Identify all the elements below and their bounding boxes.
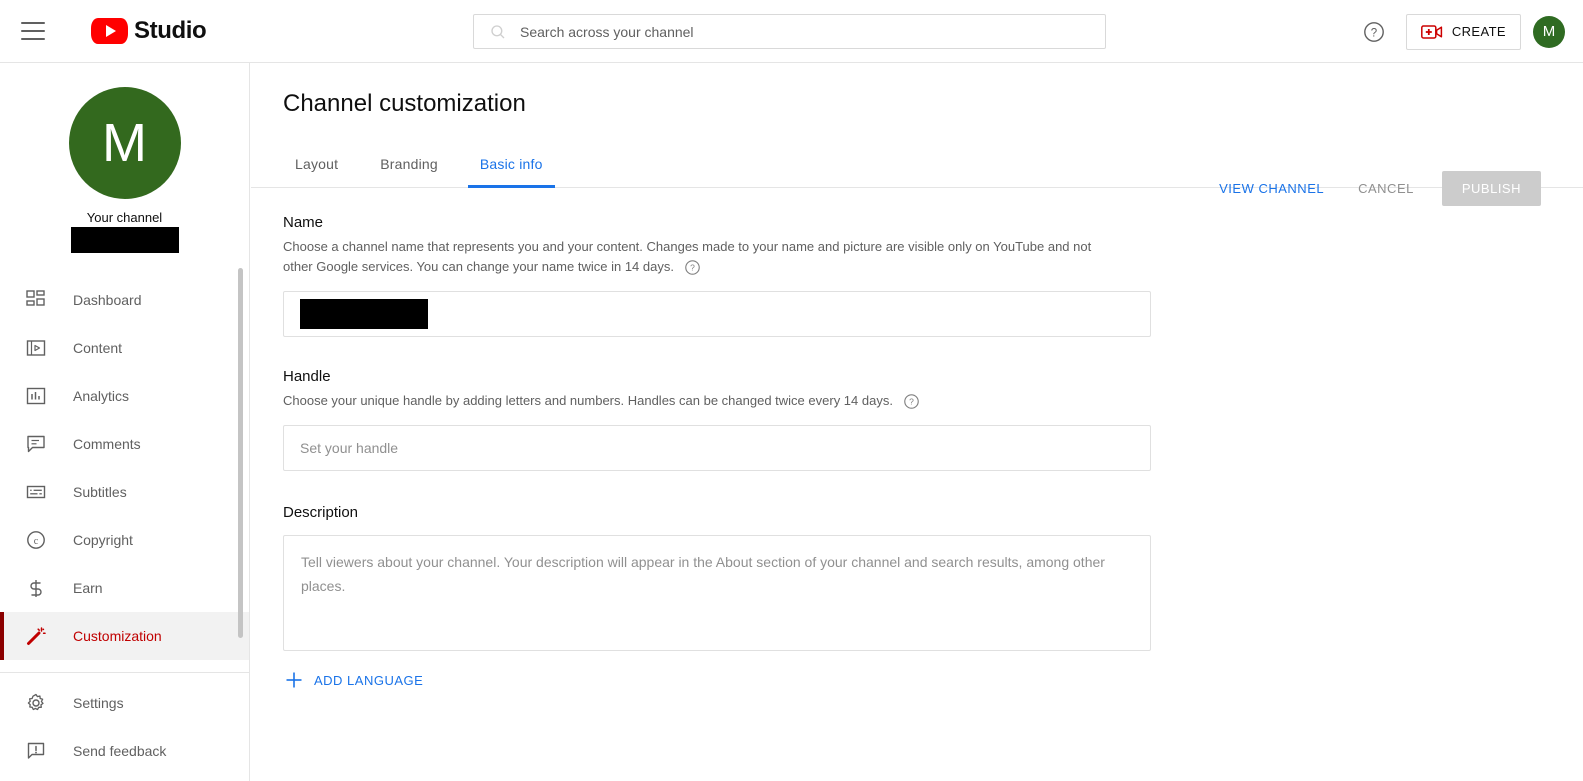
main-content: Channel customization Layout Branding Ba… <box>251 63 1583 781</box>
create-button[interactable]: CREATE <box>1405 13 1521 50</box>
comment-bubble-icon <box>24 432 48 456</box>
tab-layout[interactable]: Layout <box>283 140 350 187</box>
tab-basic-info[interactable]: Basic info <box>467 140 555 188</box>
sidebar-item-earn[interactable]: Earn <box>0 564 249 612</box>
sidebar-item-label: Dashboard <box>73 292 142 308</box>
channel-avatar[interactable]: M <box>68 87 181 199</box>
handle-input-wrapper[interactable] <box>283 425 1151 471</box>
handle-input[interactable] <box>300 440 1134 456</box>
account-avatar[interactable]: M <box>1533 15 1565 48</box>
magic-wand-icon <box>24 624 48 648</box>
create-button-label: CREATE <box>1451 24 1506 39</box>
sidebar-item-dashboard[interactable]: Dashboard <box>0 276 249 324</box>
sidebar-item-label: Earn <box>73 580 103 596</box>
gear-icon <box>24 691 48 715</box>
search-box[interactable] <box>473 14 1106 49</box>
top-bar-actions: ? CREATE M <box>1354 0 1565 63</box>
hamburger-line <box>21 22 45 24</box>
sidebar-divider <box>0 672 249 673</box>
hamburger-icon[interactable] <box>21 22 45 40</box>
sidebar-item-settings[interactable]: Settings <box>0 679 249 727</box>
top-bar: Studio ? CREATE M <box>0 0 1583 63</box>
search-icon <box>491 24 505 38</box>
brand-label: Studio <box>134 17 207 44</box>
dollar-sign-icon <box>24 576 48 600</box>
sidebar-item-label: Copyright <box>73 532 133 548</box>
basic-info-form: Name Choose a channel name that represen… <box>251 214 1583 695</box>
channel-name-redacted <box>70 227 179 253</box>
handle-description-text: Choose your unique handle by adding lett… <box>283 393 893 408</box>
handle-description: Choose your unique handle by adding lett… <box>283 391 1113 411</box>
name-label: Name <box>283 214 324 231</box>
sidebar-item-analytics[interactable]: Analytics <box>0 372 249 420</box>
sidebar-item-customization[interactable]: Customization <box>0 612 249 660</box>
your-channel-label: Your channel <box>86 210 163 225</box>
studio-brand-logo[interactable]: Studio <box>91 17 207 45</box>
help-circle-icon: ? <box>1363 21 1384 42</box>
svg-text:?: ? <box>909 397 914 407</box>
subtitles-icon <box>24 480 48 504</box>
name-description: Choose a channel name that represents yo… <box>283 237 1113 277</box>
play-triangle-icon <box>105 25 116 37</box>
youtube-logo-icon <box>91 18 128 44</box>
handle-label: Handle <box>283 368 331 385</box>
add-language-button[interactable]: ADD LANGUAGE <box>283 665 425 695</box>
page-title: Channel customization <box>283 90 526 117</box>
copyright-icon: c <box>24 528 48 552</box>
publish-button[interactable]: PUBLISH <box>1441 171 1541 206</box>
description-input-wrapper[interactable] <box>283 535 1151 651</box>
description-textarea[interactable] <box>301 550 1133 636</box>
tab-branding[interactable]: Branding <box>368 140 450 187</box>
sidebar-scrollbar[interactable] <box>238 268 243 638</box>
svg-text:?: ? <box>1371 27 1377 39</box>
name-value-redacted <box>300 299 428 329</box>
add-language-label: ADD LANGUAGE <box>314 672 424 688</box>
description-label: Description <box>283 504 359 521</box>
page-actions: VIEW CHANNEL CANCEL PUBLISH <box>1205 171 1541 206</box>
sidebar-item-label: Content <box>73 340 123 356</box>
search-input[interactable] <box>520 23 1060 40</box>
svg-text:?: ? <box>690 263 695 273</box>
sidebar-item-label: Subtitles <box>73 484 127 500</box>
help-circle-icon: ? <box>684 260 700 275</box>
sidebar-item-label: Settings <box>73 695 124 711</box>
sidebar-item-label: Analytics <box>73 388 130 404</box>
channel-summary: M Your channel <box>0 63 249 253</box>
hamburger-line <box>21 38 45 40</box>
handle-help-button[interactable]: ? <box>903 393 920 410</box>
sidebar-item-comments[interactable]: Comments <box>0 420 249 468</box>
feedback-icon <box>24 739 48 763</box>
name-field-group: Name Choose a channel name that represen… <box>283 214 1583 337</box>
description-field-group: Description <box>283 504 1583 651</box>
sidebar-item-subtitles[interactable]: Subtitles <box>0 468 249 516</box>
video-frame-icon <box>24 336 48 360</box>
sidebar-item-send-feedback[interactable]: Send feedback <box>0 727 249 775</box>
video-plus-icon <box>1420 24 1442 39</box>
sidebar-item-content[interactable]: Content <box>0 324 249 372</box>
bar-chart-icon <box>24 384 48 408</box>
name-input-wrapper[interactable] <box>283 291 1151 337</box>
plus-icon <box>286 672 302 688</box>
help-button[interactable]: ? <box>1354 12 1394 52</box>
dashboard-grid-icon <box>24 288 48 312</box>
view-channel-button[interactable]: VIEW CHANNEL <box>1205 172 1338 205</box>
name-help-button[interactable]: ? <box>684 259 701 276</box>
sidebar-item-copyright[interactable]: c Copyright <box>0 516 249 564</box>
search-bar[interactable] <box>473 14 1106 49</box>
sidebar: M Your channel Dashboard Content Analyti… <box>0 63 250 781</box>
cancel-button[interactable]: CANCEL <box>1344 172 1428 205</box>
help-circle-icon: ? <box>903 394 919 409</box>
svg-text:c: c <box>34 536 39 547</box>
sidebar-nav: Dashboard Content Analytics Comments Sub… <box>0 276 249 775</box>
sidebar-item-label: Comments <box>73 436 141 452</box>
hamburger-line <box>21 30 45 32</box>
handle-field-group: Handle Choose your unique handle by addi… <box>283 368 1583 471</box>
sidebar-item-label: Send feedback <box>73 743 167 759</box>
sidebar-item-label: Customization <box>73 628 162 644</box>
